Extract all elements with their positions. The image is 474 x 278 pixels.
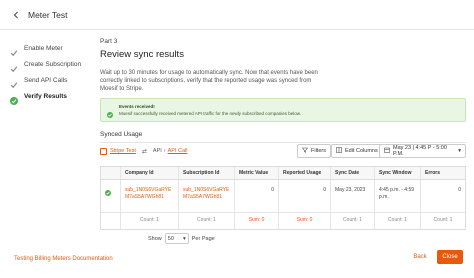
check-icon <box>10 44 18 57</box>
api-call-link[interactable]: API Call <box>168 148 188 154</box>
date-range-picker[interactable]: May 23 | 4:45 P - 5:00 P.M. ▾ <box>379 144 466 158</box>
banner-body: Moesif successfully received metered API… <box>119 111 302 116</box>
table-header-row: Company Id Subscription Id Metric Value … <box>101 167 465 180</box>
column-header[interactable]: Reported Usage <box>279 167 331 179</box>
check-circle-icon <box>105 190 111 198</box>
step-label: Create Subscription <box>24 60 82 68</box>
column-header[interactable]: Sync Date <box>331 167 375 179</box>
part-label: Part 3 <box>100 38 118 45</box>
instructions-text: Wait up to 30 minutes for usage to autom… <box>100 70 318 92</box>
subscription-id-cell[interactable]: sub_1N0S6VGaRYE M7aS5A7WGh81 <box>179 180 235 212</box>
step-send-api-calls[interactable]: Send API Calls <box>10 72 90 89</box>
filter-icon <box>301 147 309 155</box>
column-header[interactable]: Subscription Id <box>179 167 235 179</box>
step-label: Enable Meter <box>24 44 63 52</box>
check-icon <box>10 76 18 89</box>
table-toolbar: Stripe Test ⇄ API › API Call Filters Edi… <box>100 144 466 158</box>
chevron-left-icon <box>12 6 20 24</box>
filters-button[interactable]: Filters <box>297 144 331 158</box>
back-button[interactable]: Back <box>407 250 433 264</box>
summary-cell: Count: 1 <box>121 213 179 229</box>
chevron-down-icon: ▾ <box>183 235 186 242</box>
filters-label: Filters <box>311 148 326 154</box>
date-range-value: May 23 | 4:45 P - 5:00 P.M. <box>393 145 447 157</box>
step-label: Send API Calls <box>24 76 68 84</box>
synced-usage-heading: Synced Usage <box>100 131 143 138</box>
per-page-label: Per Page <box>191 235 215 242</box>
chevron-right-icon: › <box>163 148 166 154</box>
table-row[interactable]: sub_1N0S6VGaRYE M7aS5A7WGh81 sub_1N0S6VG… <box>101 180 465 213</box>
summary-cell: Count: 1 <box>179 213 235 229</box>
stripe-test-link[interactable]: Stripe Test <box>110 148 136 154</box>
api-prefix: API <box>152 148 162 154</box>
company-id-cell[interactable]: sub_1N0S6VGaRYE M7aS5A7WGh81 <box>121 180 179 212</box>
summary-cell: Count: 1 <box>433 217 453 223</box>
page-title: Review sync results <box>100 49 184 60</box>
summary-cell: Sum: 0 <box>279 213 331 229</box>
step-verify-results[interactable]: Verify Results <box>10 88 90 105</box>
edit-columns-label: Edit Columns <box>345 148 378 154</box>
stripe-icon <box>100 147 107 155</box>
column-header[interactable]: Sync Window <box>375 167 421 179</box>
status-column-header <box>101 167 121 179</box>
stepper: Enable Meter Create Subscription Send AP… <box>10 40 90 105</box>
pagination-control: Show 50 ▾ Per Page <box>148 233 215 244</box>
per-page-value: 50 <box>167 235 174 242</box>
title-bar: Meter Test <box>0 0 474 29</box>
section-divider <box>100 142 466 143</box>
title-divider <box>0 29 474 30</box>
edit-columns-button[interactable]: Edit Columns <box>331 144 383 158</box>
summary-cell: Count: 1 <box>375 213 421 229</box>
window-title: Meter Test <box>28 9 68 20</box>
column-header[interactable]: Company Id <box>121 167 179 179</box>
check-circle-icon <box>107 105 113 118</box>
table-summary-row: Count: 1 Count: 1 Sum: 0 Sum: 0 Count: 1… <box>101 213 465 229</box>
sync-date-cell: May 23, 2023 <box>331 180 375 212</box>
step-label: Verify Results <box>24 92 67 100</box>
metric-value-cell: 0 <box>235 180 279 212</box>
columns-icon <box>336 147 342 155</box>
back-arrow-button[interactable] <box>6 5 26 25</box>
step-enable-meter[interactable]: Enable Meter <box>10 40 90 57</box>
reported-usage-cell: 0 <box>279 180 331 212</box>
row-status <box>101 180 121 212</box>
calendar-icon <box>384 147 390 155</box>
summary-cell: Count: 1 <box>331 213 375 229</box>
docs-link[interactable]: Testing Billing Meters Documentation <box>14 256 113 262</box>
main-panel: Part 3 Review sync results Wait up to 30… <box>100 38 466 230</box>
check-icon <box>10 60 18 73</box>
show-label: Show <box>148 235 162 242</box>
chevron-down-icon: ▾ <box>458 148 461 154</box>
column-header[interactable]: Metric Value <box>235 167 279 179</box>
column-header[interactable]: Errors <box>421 167 465 179</box>
check-circle-icon <box>10 92 18 105</box>
summary-empty <box>101 213 121 229</box>
synced-usage-table: Company Id Subscription Id Metric Value … <box>100 166 466 230</box>
close-button[interactable]: Close <box>437 250 463 264</box>
summary-cell: Sum: 0 <box>235 213 279 229</box>
swap-icon: ⇄ <box>141 148 147 155</box>
per-page-select[interactable]: 50 ▾ <box>164 233 189 244</box>
step-create-subscription[interactable]: Create Subscription <box>10 56 90 73</box>
errors-cell: 0 <box>458 187 461 193</box>
success-banner: Events received! Moesif successfully rec… <box>100 98 466 122</box>
sync-window-cell: 4:45 p.m. - 4:59 p.m. <box>375 180 421 212</box>
banner-title: Events received! <box>119 104 155 109</box>
